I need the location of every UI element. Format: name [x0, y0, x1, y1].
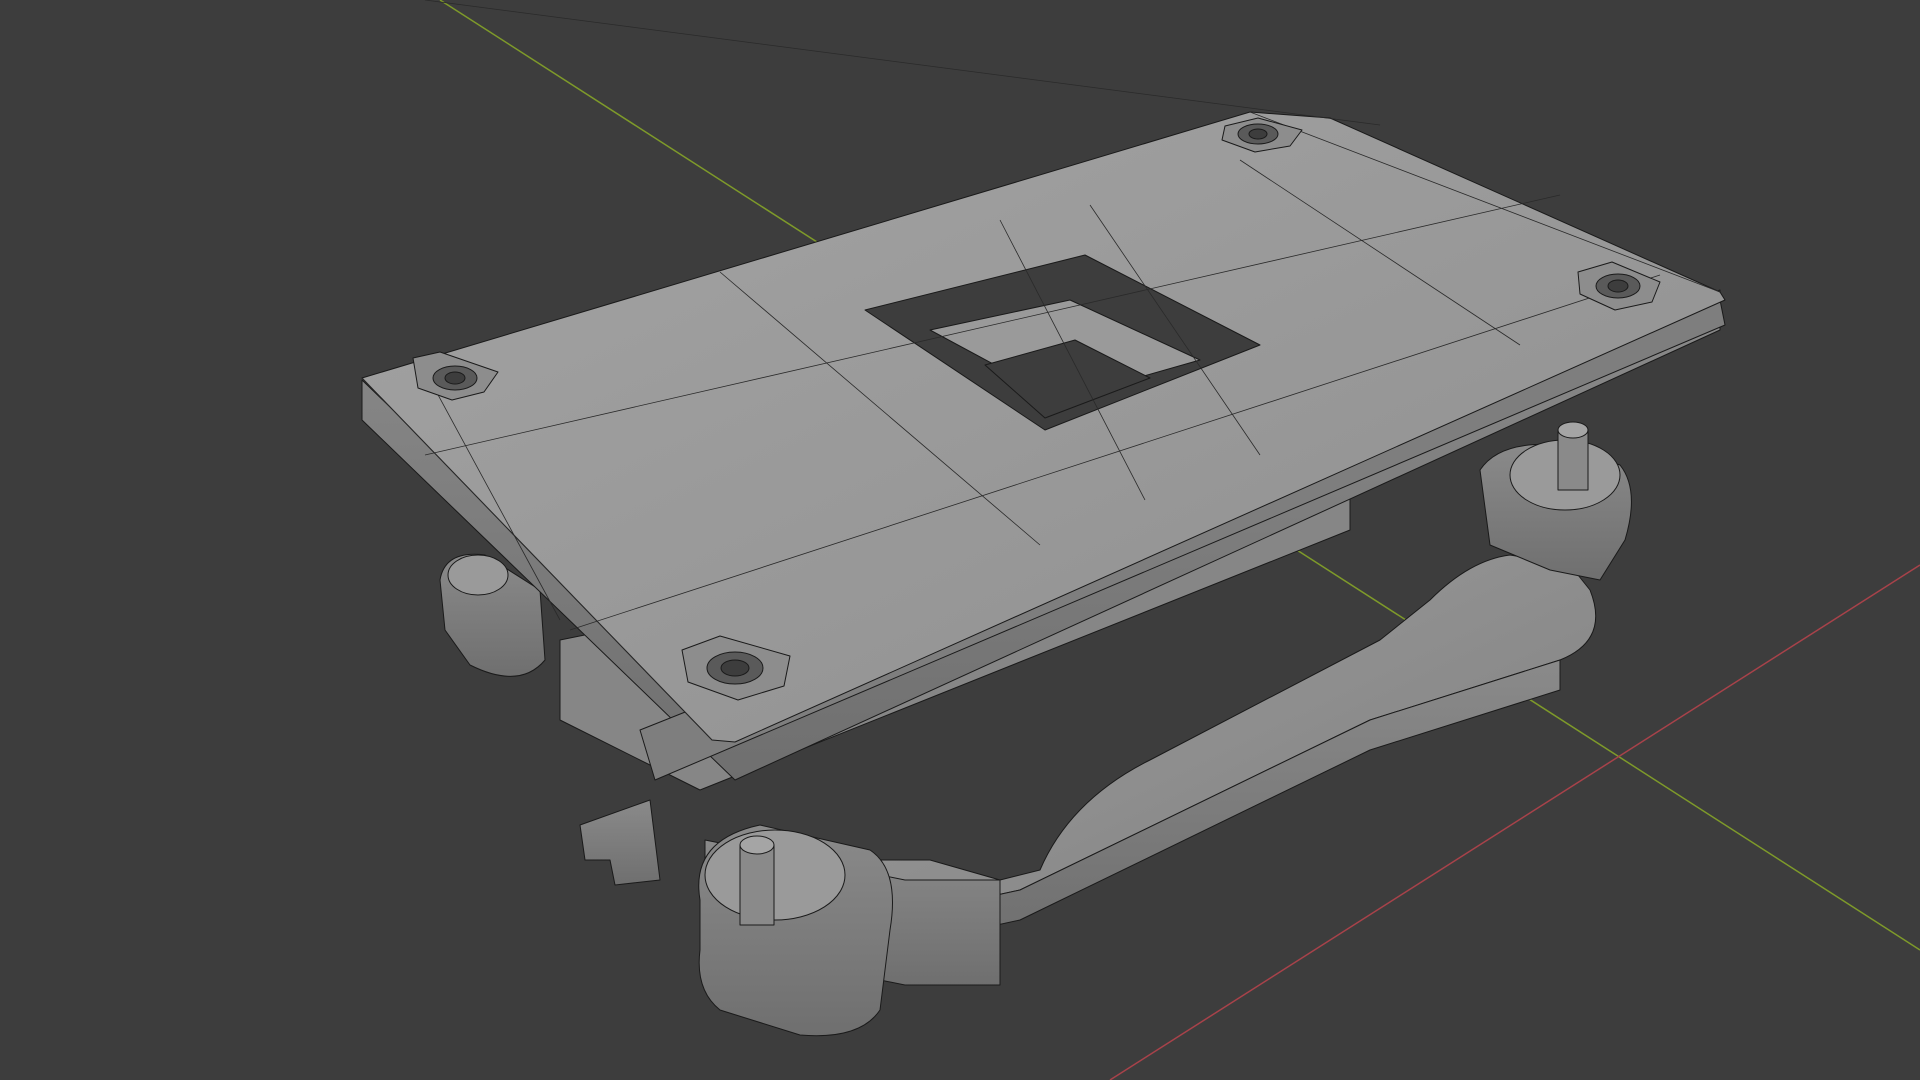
left-rear-lug-top — [447, 554, 509, 596]
mesh-object[interactable] — [361, 0, 1726, 1037]
left-lug-top — [704, 829, 846, 921]
left-post — [739, 844, 775, 926]
left-foot — [579, 799, 661, 886]
right-post-cap — [1557, 421, 1589, 439]
3d-viewport[interactable] — [0, 0, 1920, 1080]
viewport-scene[interactable] — [0, 0, 1920, 1080]
frame-ring-side — [904, 659, 1561, 946]
right-post — [1557, 429, 1589, 491]
left-post-cap — [739, 835, 775, 855]
